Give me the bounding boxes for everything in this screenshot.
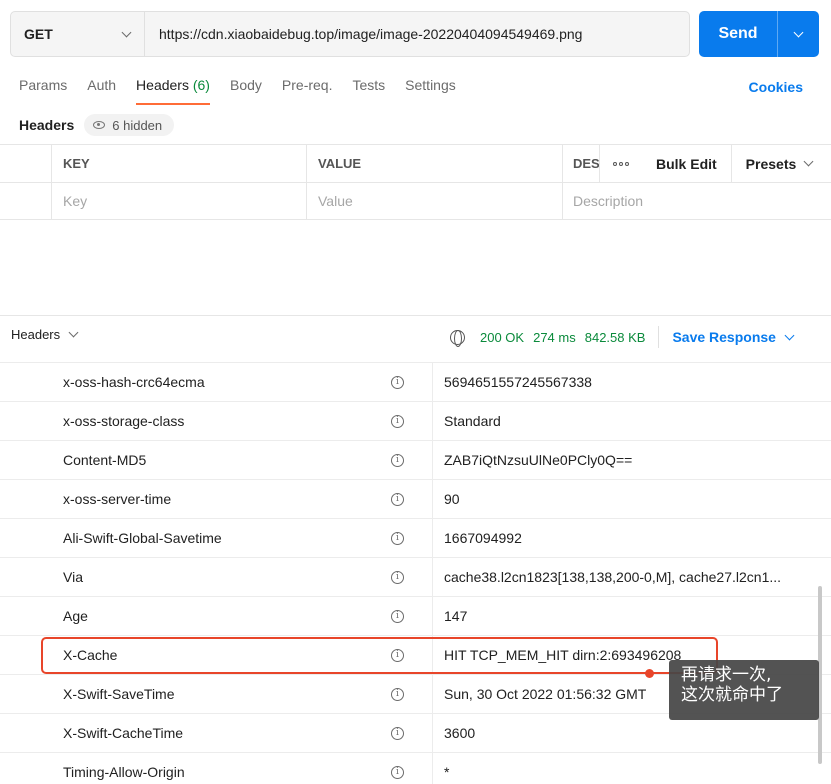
key-input[interactable]: Key — [52, 183, 307, 219]
divider — [658, 326, 660, 348]
more-options-icon[interactable] — [600, 161, 642, 166]
response-divider — [0, 315, 831, 316]
table-header-row: KEY VALUE DES Bulk Edit Presets — [0, 144, 831, 182]
row-checkbox — [0, 183, 52, 219]
value-input[interactable]: Value — [307, 183, 563, 219]
header-value: 5694651557245567338 — [444, 374, 592, 390]
globe-icon[interactable] — [450, 329, 465, 347]
header-value: * — [444, 764, 450, 780]
info-icon[interactable]: i — [391, 714, 433, 752]
presets-label: Presets — [745, 155, 797, 172]
header-key: x-oss-hash-crc64ecma — [63, 374, 205, 390]
description-input[interactable]: Description — [563, 183, 831, 219]
header-key: X-Swift-CacheTime — [63, 725, 184, 741]
tab-body[interactable]: Body — [230, 77, 262, 105]
table-row: x-oss-server-time i 90 — [0, 479, 831, 518]
tab-auth[interactable]: Auth — [87, 77, 116, 105]
header-value: 1667094992 — [444, 530, 522, 546]
table-row: x-oss-storage-class i Standard — [0, 401, 831, 440]
tab-pre-request[interactable]: Pre-req. — [282, 77, 333, 105]
hidden-headers-label: 6 hidden — [112, 117, 163, 133]
column-value: VALUE — [307, 145, 563, 182]
request-bar: GET https://cdn.xiaobaidebug.top/image/i… — [10, 11, 690, 57]
response-section-dropdown[interactable]: Headers — [11, 327, 79, 342]
tab-tests[interactable]: Tests — [352, 77, 385, 105]
annotation-line-2: 这次就命中了 — [681, 685, 783, 705]
response-meta: 200 OK 274 ms 842.58 KB Save Response — [450, 326, 795, 348]
header-key: Via — [63, 569, 83, 585]
bulk-edit-button[interactable]: Bulk Edit — [642, 145, 732, 182]
header-key: Timing-Allow-Origin — [63, 764, 185, 780]
tab-params[interactable]: Params — [19, 77, 67, 105]
header-value: 147 — [444, 608, 468, 624]
info-icon[interactable]: i — [391, 597, 433, 635]
response-section-label: Headers — [11, 327, 61, 342]
send-button-group: Send — [699, 11, 819, 57]
table-row-new: Key Value Description — [0, 182, 831, 220]
info-icon[interactable]: i — [391, 753, 433, 784]
table-tools: Bulk Edit Presets — [599, 145, 814, 182]
send-options-button[interactable] — [778, 27, 819, 37]
save-response-label: Save Response — [672, 329, 776, 345]
header-key: Age — [63, 608, 88, 624]
header-value: ZAB7iQtNzsuUlNe0PCly0Q== — [444, 452, 633, 468]
chevron-down-icon — [793, 27, 804, 37]
method-label: GET — [24, 26, 53, 42]
header-key: X-Swift-SaveTime — [63, 686, 175, 702]
table-row: Ali-Swift-Global-Savetime i 1667094992 — [0, 518, 831, 557]
info-icon[interactable]: i — [391, 558, 433, 596]
info-icon[interactable]: i — [391, 402, 433, 440]
header-value: cache38.l2cn1823[138,138,200-0,M], cache… — [444, 569, 782, 585]
annotation-line — [654, 673, 670, 674]
info-icon[interactable]: i — [391, 675, 433, 713]
info-icon[interactable]: i — [391, 441, 433, 479]
annotation-callout: 再请求一次, 这次就命中了 — [669, 660, 819, 720]
column-key: KEY — [52, 145, 307, 182]
header-key: x-oss-storage-class — [63, 413, 185, 429]
table-row: Content-MD5 i ZAB7iQtNzsuUlNe0PCly0Q== — [0, 440, 831, 479]
url-input[interactable]: https://cdn.xiaobaidebug.top/image/image… — [145, 26, 582, 42]
presets-dropdown[interactable]: Presets — [732, 155, 814, 172]
checkbox-column — [0, 145, 52, 182]
chevron-down-icon — [121, 27, 132, 37]
chevron-down-icon — [803, 156, 814, 167]
info-icon[interactable]: i — [391, 519, 433, 557]
table-row: Age i 147 — [0, 596, 831, 635]
table-row: x-oss-hash-crc64ecma i 56946515572455673… — [0, 362, 831, 401]
hidden-headers-toggle[interactable]: 6 hidden — [84, 114, 175, 136]
highlight-box — [41, 637, 718, 674]
eye-icon — [93, 121, 106, 129]
chevron-down-icon — [68, 327, 79, 338]
header-key: x-oss-server-time — [63, 491, 172, 507]
tab-headers[interactable]: Headers (6) — [136, 77, 210, 105]
column-description: DES — [573, 156, 599, 171]
request-headers-title: Headers — [19, 117, 75, 133]
header-value: 90 — [444, 491, 460, 507]
request-headers-table: KEY VALUE DES Bulk Edit Presets Key Valu… — [0, 144, 831, 220]
header-key: Content-MD5 — [63, 452, 147, 468]
method-select[interactable]: GET — [11, 12, 145, 56]
table-row: Via i cache38.l2cn1823[138,138,200-0,M],… — [0, 557, 831, 596]
response-headers-table: x-oss-hash-crc64ecma i 56946515572455673… — [0, 362, 831, 784]
response-time[interactable]: 274 ms — [533, 330, 576, 345]
status-code[interactable]: 200 OK — [480, 330, 524, 345]
annotation-line-1: 再请求一次, — [681, 665, 772, 685]
cookies-link[interactable]: Cookies — [749, 79, 803, 95]
info-icon[interactable]: i — [391, 480, 433, 518]
response-size[interactable]: 842.58 KB — [585, 330, 646, 345]
annotation-pin-icon — [645, 669, 654, 678]
chevron-down-icon — [784, 330, 795, 340]
request-headers-bar: Headers 6 hidden — [19, 114, 175, 136]
table-row: Timing-Allow-Origin i * — [0, 752, 831, 784]
save-response-button[interactable]: Save Response — [672, 329, 795, 345]
send-button[interactable]: Send — [699, 25, 777, 43]
tab-settings[interactable]: Settings — [405, 77, 456, 105]
header-key: Ali-Swift-Global-Savetime — [63, 530, 222, 546]
request-tabs: Params Auth Headers (6) Body Pre-req. Te… — [19, 77, 476, 105]
header-value: Standard — [444, 413, 501, 429]
info-icon[interactable]: i — [391, 363, 433, 401]
headers-count: (6) — [192, 77, 210, 93]
